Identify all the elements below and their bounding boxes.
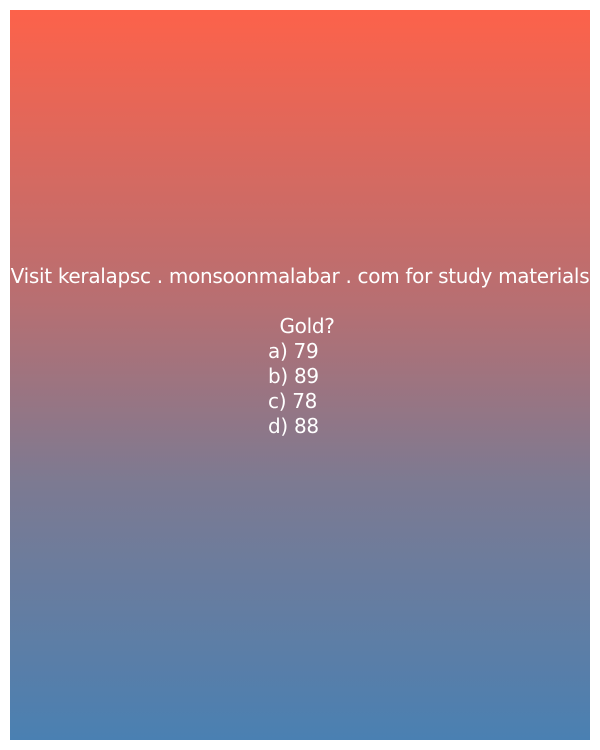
quiz-content: Visit keralapsc . monsoonmalabar . com f…	[10, 264, 590, 439]
option-c: c) 78	[268, 389, 318, 413]
quiz-card: Visit keralapsc . monsoonmalabar . com f…	[10, 10, 590, 740]
option-b: b) 89	[268, 364, 319, 388]
options-list: a) 79 b) 89 c) 78 d) 88	[10, 339, 590, 439]
promo-text: Visit keralapsc . monsoonmalabar . com f…	[10, 264, 590, 288]
option-a: a) 79	[268, 339, 319, 363]
option-d: d) 88	[268, 414, 319, 438]
question-text: Gold?	[279, 314, 335, 338]
